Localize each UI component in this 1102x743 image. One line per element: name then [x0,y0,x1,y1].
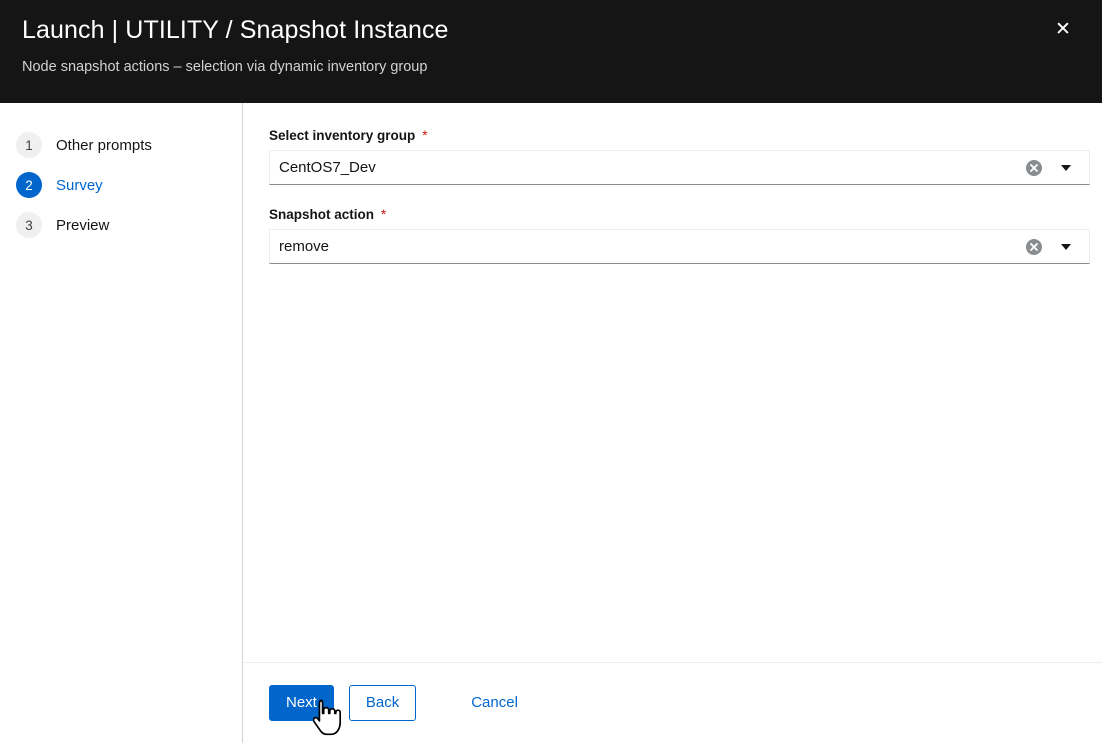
sidebar-item-other-prompts[interactable]: 1 Other prompts [0,125,242,165]
snapshot-action-value: remove [279,238,330,255]
wizard-body: 1 Other prompts 2 Survey 3 Preview Selec… [0,103,1102,743]
required-asterisk: * [422,128,428,143]
sidebar-item-label: Preview [56,216,110,234]
launch-wizard-dialog: Launch | UTILITY / Snapshot Instance Nod… [0,0,1102,743]
clear-circle-icon[interactable] [1026,159,1042,176]
step-number-badge: 1 [16,132,42,158]
inventory-group-value: CentOS7_Dev [279,159,376,176]
inventory-group-select[interactable]: CentOS7_Dev [269,150,1090,185]
snapshot-action-select[interactable]: remove [269,229,1090,264]
field-group-inventory-group: Select inventory group * CentOS7_Dev [269,127,1090,185]
field-group-snapshot-action: Snapshot action * remove [269,206,1090,264]
wizard-header: Launch | UTILITY / Snapshot Instance Nod… [0,0,1102,103]
inventory-group-label: Select inventory group * [269,127,428,145]
close-icon[interactable]: ✕ [1046,12,1080,46]
snapshot-action-label: Snapshot action * [269,206,386,224]
wizard-main: Select inventory group * CentOS7_Dev Sna… [243,103,1102,743]
cancel-button[interactable]: Cancel [463,685,526,721]
caret-down-icon[interactable] [1059,240,1073,254]
next-button[interactable]: Next [269,685,334,721]
page-title: Launch | UTILITY / Snapshot Instance [22,16,449,44]
sidebar-item-label: Other prompts [56,136,152,154]
sidebar-item-survey[interactable]: 2 Survey [0,165,242,205]
sidebar-item-preview[interactable]: 3 Preview [0,205,242,245]
caret-down-icon[interactable] [1059,161,1073,175]
clear-circle-icon[interactable] [1026,238,1042,255]
label-text: Select inventory group [269,128,416,143]
step-number-badge: 3 [16,212,42,238]
page-subtitle: Node snapshot actions – selection via dy… [22,59,428,75]
wizard-step-nav: 1 Other prompts 2 Survey 3 Preview [0,103,243,743]
required-asterisk: * [381,207,387,222]
wizard-footer: Next Back Cancel [243,662,1102,743]
back-button[interactable]: Back [348,685,417,721]
label-text: Snapshot action [269,207,375,222]
survey-form: Select inventory group * CentOS7_Dev Sna… [243,103,1102,662]
step-number-badge: 2 [16,172,42,198]
sidebar-item-label: Survey [56,176,103,194]
